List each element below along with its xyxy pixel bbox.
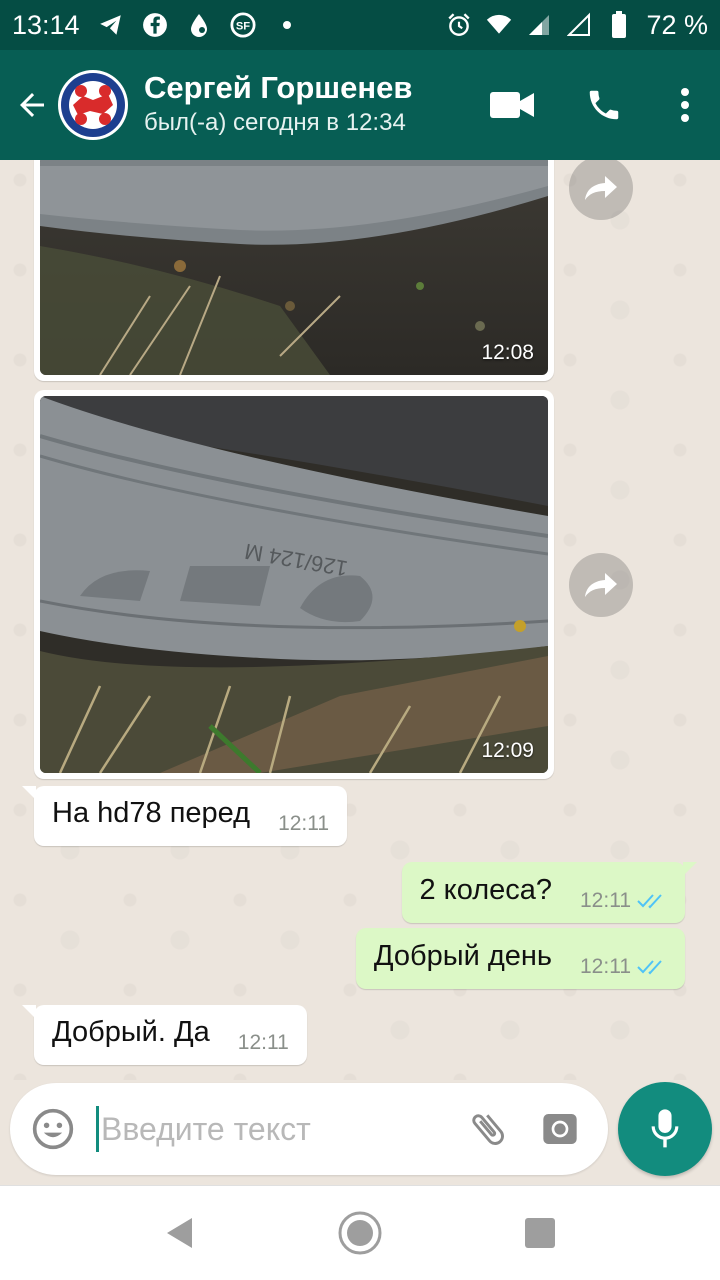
attach-icon	[472, 1114, 504, 1145]
message-input[interactable]	[101, 1110, 441, 1148]
wifi-icon	[486, 12, 512, 38]
message-time: 12:11	[237, 1031, 289, 1054]
nav-recents-button[interactable]	[510, 1203, 570, 1263]
image-message[interactable]: 12:08	[34, 160, 554, 381]
status-bar: 13:14 SF 72 %	[0, 0, 720, 50]
message-text: Добрый. Да	[52, 1016, 210, 1048]
nav-home-button[interactable]	[330, 1203, 390, 1263]
bubble-tail	[22, 1005, 36, 1019]
attach-button[interactable]	[453, 1083, 523, 1175]
chat-header: Сергей Горшенев был(-а) сегодня в 12:34	[0, 50, 720, 160]
message-time: 12:11	[278, 812, 330, 835]
status-time: 13:14	[12, 9, 80, 40]
last-seen-status: был(-а) сегодня в 12:34	[144, 109, 406, 136]
back-button[interactable]	[2, 50, 62, 160]
forward-icon	[585, 573, 617, 597]
facebook-icon	[142, 12, 168, 38]
read-receipt-icon	[637, 894, 662, 909]
phone-icon	[589, 90, 619, 120]
message-text: Добрый день	[373, 940, 552, 972]
tire-photo[interactable]: 126/124 M 12:09	[40, 396, 548, 773]
signal-empty-icon	[566, 12, 592, 38]
battery-icon	[606, 11, 632, 38]
mic-icon	[651, 1109, 679, 1148]
more-vert-icon	[681, 88, 689, 122]
message-time: 12:09	[481, 739, 534, 762]
back-arrow-icon	[20, 93, 44, 117]
tire-photo[interactable]: 12:08	[40, 160, 548, 375]
chat-area[interactable]: 12:08 126/124 M 12:09 На hd78 перед 12:1…	[0, 160, 720, 1080]
bubble-tail	[22, 786, 36, 800]
voice-call-button[interactable]	[558, 50, 650, 160]
svg-text:SF: SF	[235, 21, 249, 33]
read-receipt-icon	[637, 960, 662, 975]
system-navigation-bar	[0, 1185, 720, 1280]
contact-avatar[interactable]	[58, 70, 128, 140]
image-message[interactable]: 126/124 M 12:09	[34, 390, 554, 779]
bubble-tail	[683, 862, 697, 876]
voice-record-button[interactable]	[618, 1082, 712, 1176]
forward-button[interactable]	[569, 553, 633, 617]
droplet-icon	[186, 12, 212, 38]
forward-button[interactable]	[569, 160, 633, 220]
outgoing-message[interactable]: 2 колеса? 12:11	[401, 862, 697, 923]
contact-info[interactable]: Сергей Горшенев был(-а) сегодня в 12:34	[144, 70, 412, 140]
nav-home-icon	[338, 1211, 382, 1255]
forward-icon	[585, 176, 617, 200]
message-time: 12:08	[481, 341, 534, 364]
telegram-icon	[98, 12, 124, 38]
message-time: 12:11	[580, 955, 631, 978]
emoji-button[interactable]	[10, 1083, 96, 1175]
dot-icon	[274, 12, 300, 38]
incoming-message[interactable]: На hd78 перед 12:11	[22, 786, 348, 846]
incoming-message[interactable]: Добрый. Да 12:11	[22, 1005, 307, 1065]
message-time: 12:11	[580, 889, 631, 912]
sf-app-icon: SF	[230, 12, 256, 38]
camera-icon	[543, 1114, 577, 1144]
nav-back-button[interactable]	[150, 1203, 210, 1263]
message-composer	[10, 1083, 608, 1175]
video-call-button[interactable]	[466, 50, 558, 160]
contact-name: Сергей Горшенев	[144, 70, 413, 105]
camera-button[interactable]	[523, 1083, 597, 1175]
whatsapp-chat-screen: 13:14 SF 72 % Сергей Горшенев был(-а) се…	[0, 0, 720, 1280]
emoji-icon	[32, 1108, 74, 1150]
text-cursor	[96, 1106, 99, 1152]
nav-recents-icon	[525, 1218, 555, 1248]
outgoing-message[interactable]: Добрый день 12:11	[355, 928, 685, 989]
alarm-icon	[446, 12, 472, 38]
message-text: 2 колеса?	[419, 874, 553, 906]
nav-back-icon	[167, 1218, 192, 1248]
message-text: На hd78 перед	[52, 797, 251, 829]
signal-icon	[526, 12, 552, 38]
battery-percent: 72 %	[646, 9, 708, 40]
more-options-button[interactable]	[650, 50, 720, 160]
video-call-icon	[490, 92, 534, 118]
